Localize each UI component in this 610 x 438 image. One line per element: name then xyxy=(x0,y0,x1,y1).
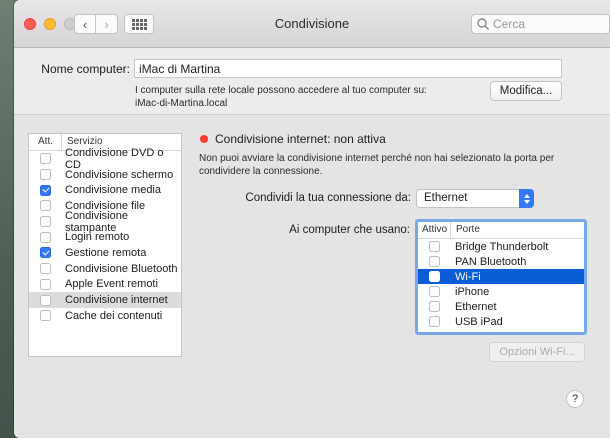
column-header-ports[interactable]: Porte xyxy=(451,222,480,238)
service-checkbox[interactable] xyxy=(40,153,51,165)
select-arrows-icon xyxy=(519,189,534,208)
service-checkbox[interactable] xyxy=(40,231,51,243)
column-header-on[interactable]: Att. xyxy=(29,134,62,150)
status-description: Non puoi avviare la condivisione interne… xyxy=(199,153,555,177)
service-row[interactable]: Condivisione internet xyxy=(29,292,181,308)
column-header-active[interactable]: Attivo xyxy=(418,222,451,238)
service-checkbox[interactable] xyxy=(40,294,51,306)
sharing-window: ‹ › Condivisione Cerca Nome computer: iM… xyxy=(14,0,610,438)
service-checkbox[interactable] xyxy=(40,310,51,322)
port-label: Bridge Thunderbolt xyxy=(455,240,549,253)
port-row[interactable]: iPhone xyxy=(418,284,584,299)
service-label: Login remoto xyxy=(65,231,130,244)
service-checkbox[interactable] xyxy=(40,247,51,259)
port-label: PAN Bluetooth xyxy=(455,255,527,268)
service-row[interactable]: Condivisione stampante xyxy=(29,210,181,234)
service-label: Condivisione schermo xyxy=(65,168,174,181)
service-row[interactable]: Cache dei contenuti xyxy=(29,308,181,324)
search-field[interactable]: Cerca xyxy=(471,14,610,34)
help-button[interactable]: ? xyxy=(566,390,584,408)
port-label: Ethernet xyxy=(455,300,497,313)
share-from-value: Ethernet xyxy=(424,192,468,204)
port-row[interactable]: Ethernet xyxy=(418,299,584,314)
service-checkbox[interactable] xyxy=(40,278,51,290)
service-label: Cache dei contenuti xyxy=(65,309,163,322)
to-computers-label: Ai computer che usano: xyxy=(289,224,410,236)
service-checkbox[interactable] xyxy=(40,263,51,275)
service-row[interactable]: Condivisione schermo xyxy=(29,167,181,183)
service-row[interactable]: Condivisione DVD o CD xyxy=(29,147,181,171)
port-checkbox[interactable] xyxy=(429,241,440,252)
service-row[interactable]: Apple Event remoti xyxy=(29,277,181,293)
port-checkbox[interactable] xyxy=(429,256,440,267)
service-label: Condivisione media xyxy=(65,184,161,197)
status-text: Condivisione internet: non attiva xyxy=(215,132,386,146)
service-row[interactable]: Condivisione media xyxy=(29,182,181,198)
edit-hostname-button[interactable]: Modifica... xyxy=(490,81,562,101)
local-hostname: iMac-di-Martina.local xyxy=(135,98,228,109)
sharing-panel: Att. Servizio Condivisione DVD o CD Condi… xyxy=(14,114,610,438)
service-checkbox[interactable] xyxy=(40,184,51,196)
title-bar: ‹ › Condivisione Cerca xyxy=(14,0,610,48)
ports-list[interactable]: Attivo Porte Bridge Thunderbolt PAN Bluet… xyxy=(415,219,587,335)
port-row[interactable]: Wi-Fi xyxy=(418,269,584,284)
status-indicator xyxy=(200,135,208,143)
computer-name-field[interactable]: iMac di Martina xyxy=(134,59,562,78)
services-list[interactable]: Att. Servizio Condivisione DVD o CD Condi… xyxy=(28,133,182,357)
service-label: Condivisione stampante xyxy=(65,209,128,234)
ports-list-header: Attivo Porte xyxy=(418,222,584,239)
search-placeholder: Cerca xyxy=(493,17,526,31)
port-row[interactable]: PAN Bluetooth xyxy=(418,254,584,269)
port-label: Wi-Fi xyxy=(455,270,481,283)
service-label: Condivisione DVD o CD xyxy=(65,146,164,171)
search-icon xyxy=(477,18,489,30)
port-checkbox[interactable] xyxy=(429,286,440,297)
share-from-select[interactable]: Ethernet xyxy=(416,189,534,208)
wifi-options-button[interactable]: Opzioni Wi-Fi... xyxy=(489,342,585,362)
service-label: Apple Event remoti xyxy=(65,278,158,291)
hint-text: I computer sulla rete locale possono acc… xyxy=(135,85,427,96)
port-row[interactable]: USB iPad xyxy=(418,314,584,329)
service-checkbox[interactable] xyxy=(40,216,51,228)
port-label: USB iPad xyxy=(455,315,503,328)
computer-name-label: Nome computer: xyxy=(41,62,130,76)
port-checkbox[interactable] xyxy=(429,316,440,327)
port-checkbox[interactable] xyxy=(429,301,440,312)
local-address-hint: I computer sulla rete locale possono acc… xyxy=(135,84,427,110)
share-from-label: Condividi la tua connessione da: xyxy=(245,192,411,204)
service-row[interactable]: Gestione remota xyxy=(29,245,181,261)
port-row[interactable]: Bridge Thunderbolt xyxy=(418,239,584,254)
service-label: Condivisione Bluetooth xyxy=(65,262,178,275)
port-checkbox[interactable] xyxy=(429,271,440,282)
service-checkbox[interactable] xyxy=(40,200,51,212)
port-label: iPhone xyxy=(455,285,490,298)
service-row[interactable]: Condivisione Bluetooth xyxy=(29,261,181,277)
service-label: Gestione remota xyxy=(65,246,147,259)
service-checkbox[interactable] xyxy=(40,169,51,181)
service-label: Condivisione internet xyxy=(65,294,168,307)
